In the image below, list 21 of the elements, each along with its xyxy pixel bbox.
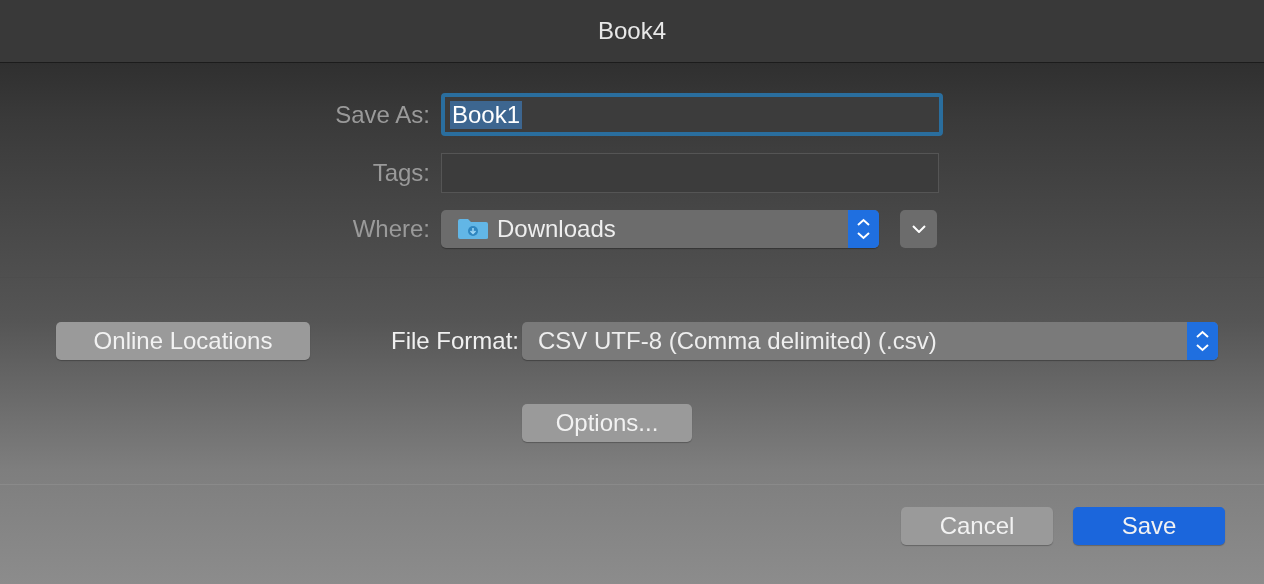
field-label: Tags: (372, 159, 430, 187)
field-label: Where: (352, 215, 430, 243)
field-label: Save As: (335, 100, 430, 129)
options-button[interactable]: Options... (522, 404, 692, 442)
location-popup[interactable]: Downloads (441, 210, 879, 248)
save-as-field[interactable]: Book1 (441, 93, 943, 136)
online-locations-button[interactable]: Online Locations (56, 322, 310, 360)
cancel-button[interactable]: Cancel (901, 507, 1053, 545)
file-format-popup[interactable]: CSV UTF-8 (Comma delimited) (.csv) (522, 322, 1218, 360)
tags-field[interactable] (441, 153, 939, 193)
expand-button[interactable] (900, 210, 937, 248)
window-title: Book4 (597, 17, 667, 45)
stepper-icon (848, 210, 879, 248)
chevron-down-icon (911, 225, 926, 233)
field-value: Book1 (450, 100, 523, 129)
save-button[interactable]: Save (1073, 507, 1225, 545)
folder-icon (457, 218, 489, 240)
location-value: Downloads (497, 215, 616, 243)
format-value: CSV UTF-8 (Comma delimited) (.csv) (537, 327, 938, 355)
field-label: File Format: (391, 327, 520, 355)
stepper-icon (1187, 322, 1218, 360)
